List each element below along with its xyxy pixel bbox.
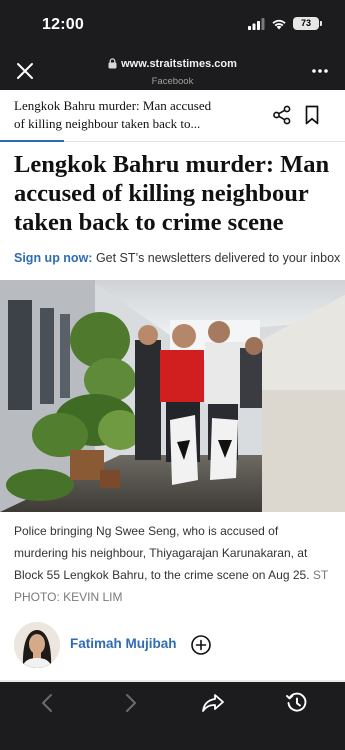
close-button[interactable]: [14, 60, 36, 82]
more-options-button[interactable]: [309, 60, 331, 82]
plus-circle-icon: [191, 635, 211, 655]
url-display[interactable]: www.straitstimes.com Facebook: [60, 56, 285, 87]
browser-toolbar: [0, 682, 345, 750]
url-source: Facebook: [151, 76, 194, 87]
forward-share-icon: [202, 694, 224, 712]
bookmark-icon: [305, 105, 319, 125]
share-icon: [273, 105, 291, 125]
headline-line-2: accused of killing neighbour: [14, 180, 309, 207]
share-page-button[interactable]: [200, 690, 226, 716]
newsletter-signup[interactable]: Sign up now: Get ST’s newsletters delive…: [14, 251, 340, 265]
wifi-icon: [272, 19, 286, 29]
photo-caption: Police bringing Ng Swee Seng, who is acc…: [14, 520, 334, 608]
follow-author-button[interactable]: [190, 634, 212, 656]
back-button[interactable]: [34, 690, 60, 716]
close-icon: [17, 63, 33, 79]
article-photo[interactable]: [0, 280, 345, 512]
cellular-signal-icon: [248, 17, 265, 30]
bookmark-button[interactable]: [301, 104, 323, 126]
more-icon: [312, 69, 328, 73]
in-app-browser-bar: www.straitstimes.com Facebook: [0, 50, 345, 90]
status-bar: 12:00 73: [0, 0, 345, 50]
lock-icon: [108, 58, 117, 69]
article-headline: Lengkok Bahru murder: Man accused of kil…: [14, 150, 332, 237]
url-text: www.straitstimes.com: [121, 57, 237, 70]
signup-text: Get ST’s newsletters delivered to your i…: [92, 251, 341, 265]
sticky-title-line-1: Lengkok Bahru murder: Man accused: [14, 98, 212, 113]
sticky-title-line-2: of killing neighbour taken back to...: [14, 116, 201, 131]
author-name[interactable]: Fatimah Mujibah: [70, 636, 177, 651]
share-button[interactable]: [271, 104, 293, 126]
author-portrait: [14, 622, 60, 668]
headline-line-1: Lengkok Bahru murder: Man: [14, 151, 330, 178]
sticky-title: Lengkok Bahru murder: Man accused of kil…: [14, 97, 244, 133]
chevron-right-icon: [126, 694, 136, 712]
forward-button[interactable]: [118, 690, 144, 716]
caption-text: Police bringing Ng Swee Seng, who is acc…: [14, 524, 313, 582]
reading-progress-bar: [0, 140, 64, 142]
battery-indicator: 73: [293, 17, 322, 30]
headline-line-3: taken back to crime scene: [14, 209, 284, 236]
sticky-article-header: Lengkok Bahru murder: Man accused of kil…: [0, 90, 345, 142]
status-time: 12:00: [42, 16, 84, 33]
status-icons: 73: [248, 17, 322, 30]
history-button[interactable]: [284, 690, 310, 716]
signup-link[interactable]: Sign up now:: [14, 251, 92, 265]
author-row: Fatimah Mujibah: [14, 622, 334, 670]
crime-scene-photo: [0, 280, 345, 512]
author-avatar[interactable]: [14, 622, 60, 668]
chevron-left-icon: [42, 694, 52, 712]
history-icon: [286, 692, 307, 712]
